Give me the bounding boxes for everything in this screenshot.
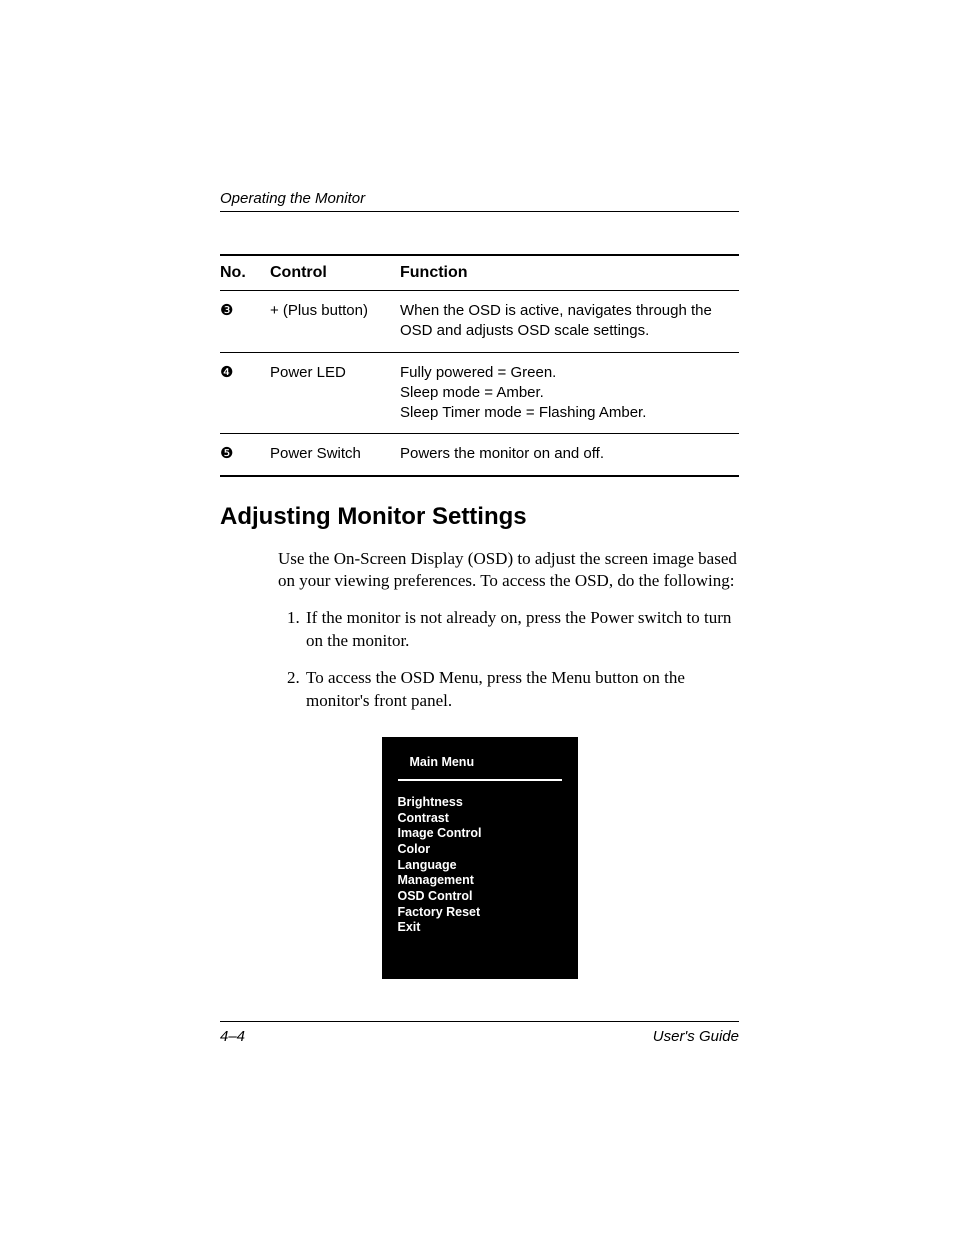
osd-item: Color [398,842,562,858]
osd-title: Main Menu [398,755,562,781]
row-number-icon: ❺ [220,444,233,464]
row-function: Fully powered = Green. Sleep mode = Ambe… [400,352,739,434]
osd-item: Language [398,858,562,874]
table-row: ❸ + (Plus button) When the OSD is active… [220,291,739,353]
steps-list: If the monitor is not already on, press … [278,607,739,713]
section-heading: Adjusting Monitor Settings [220,503,739,531]
row-function: Powers the monitor on and off. [400,434,739,476]
osd-item: Image Control [398,826,562,842]
osd-item: Contrast [398,811,562,827]
osd-item: OSD Control [398,889,562,905]
osd-item: Management [398,873,562,889]
table-row: ❹ Power LED Fully powered = Green. Sleep… [220,352,739,434]
osd-list: Brightness Contrast Image Control Color … [398,795,562,936]
list-item: If the monitor is not already on, press … [304,607,739,653]
osd-item: Factory Reset [398,905,562,921]
row-function: When the OSD is active, navigates throug… [400,291,739,353]
page-number: 4–4 [220,1028,245,1045]
row-control: Power LED [270,352,400,434]
osd-item: Exit [398,920,562,936]
row-number-icon: ❹ [220,363,233,383]
row-control: Power Switch [270,434,400,476]
osd-figure: Main Menu Brightness Contrast Image Cont… [220,737,739,979]
th-no: No. [220,255,270,291]
running-head: Operating the Monitor [220,190,739,212]
list-item: To access the OSD Menu, press the Menu b… [304,667,739,713]
osd-menu: Main Menu Brightness Contrast Image Cont… [382,737,578,979]
row-control: + (Plus button) [270,291,400,353]
intro-paragraph: Use the On-Screen Display (OSD) to adjus… [278,548,739,594]
th-control: Control [270,255,400,291]
osd-item: Brightness [398,795,562,811]
doc-title: User's Guide [653,1028,739,1045]
controls-table: No. Control Function ❸ + (Plus button) W… [220,254,739,477]
page: Operating the Monitor No. Control Functi… [0,0,954,1235]
row-number-icon: ❸ [220,301,233,321]
th-function: Function [400,255,739,291]
table-row: ❺ Power Switch Powers the monitor on and… [220,434,739,476]
page-footer: 4–4 User's Guide [220,1021,739,1045]
